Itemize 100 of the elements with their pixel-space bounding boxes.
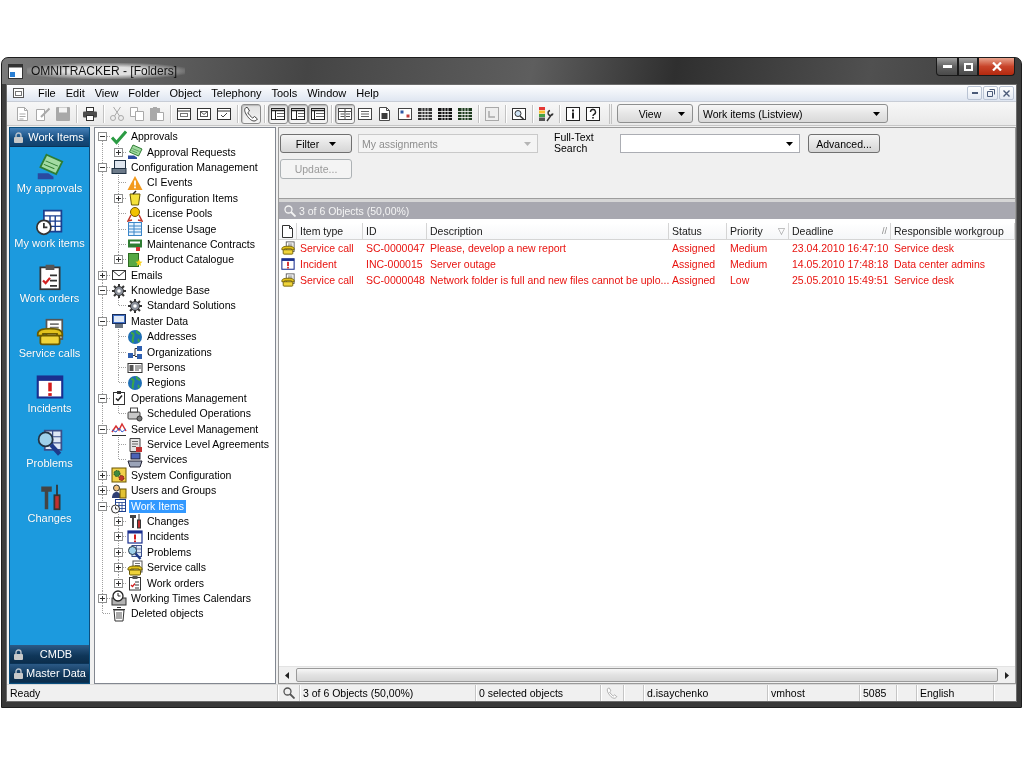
tree-item[interactable]: Configuration Items bbox=[145, 191, 241, 205]
filter-button[interactable]: Filter bbox=[280, 134, 352, 153]
tree-toggle[interactable] bbox=[114, 255, 123, 265]
tree-toggle[interactable] bbox=[98, 286, 107, 296]
tree-item[interactable]: Service Level Management bbox=[129, 422, 261, 436]
column-header[interactable]: Priority ▽ bbox=[727, 223, 789, 239]
tree-toggle[interactable] bbox=[114, 532, 123, 542]
phone-icon bbox=[127, 559, 143, 576]
column-header[interactable] bbox=[279, 223, 297, 239]
close-button[interactable] bbox=[978, 58, 1015, 76]
layout-button[interactable] bbox=[288, 103, 308, 124]
tree-item[interactable]: Work orders bbox=[145, 576, 206, 590]
menu-item[interactable]: Telephony bbox=[206, 85, 267, 101]
tree-toggle[interactable] bbox=[98, 393, 107, 403]
restore-button[interactable] bbox=[983, 86, 998, 100]
tree-toggle[interactable] bbox=[98, 270, 107, 280]
help-icon bbox=[585, 105, 601, 122]
tree-item[interactable]: Maintenance Contracts bbox=[145, 237, 257, 251]
tree-item[interactable]: Users and Groups bbox=[129, 484, 219, 498]
menu-item[interactable]: Tools bbox=[266, 85, 303, 101]
tree-item[interactable]: Scheduled Operations bbox=[145, 407, 253, 421]
tree-item[interactable]: Approvals bbox=[129, 130, 180, 144]
tree-toggle[interactable] bbox=[98, 501, 107, 511]
right-arrow-icon bbox=[1005, 671, 1009, 679]
tree-toggle[interactable] bbox=[114, 193, 123, 203]
phone-button[interactable] bbox=[241, 103, 261, 124]
table-cell-text: Data center admins bbox=[893, 258, 987, 270]
scroll-icon bbox=[127, 436, 143, 453]
horizontal-scrollbar[interactable] bbox=[279, 666, 1015, 683]
menu-item[interactable]: Object bbox=[164, 85, 207, 101]
tree-item[interactable]: Standard Solutions bbox=[145, 299, 238, 313]
tree-item[interactable]: Service Level Agreements bbox=[145, 438, 271, 451]
tree-item[interactable]: Regions bbox=[145, 376, 188, 390]
view-select[interactable]: Work items (Listview) bbox=[698, 104, 888, 123]
column-header[interactable]: Item type bbox=[297, 223, 363, 239]
tree-item[interactable]: Service calls bbox=[145, 561, 208, 575]
user-name: d.isaychenko bbox=[644, 685, 768, 701]
column-header[interactable]: Description bbox=[427, 223, 669, 239]
tree-item[interactable]: Changes bbox=[145, 514, 192, 528]
tree-toggle[interactable] bbox=[98, 470, 107, 480]
tree-toggle[interactable] bbox=[114, 563, 123, 573]
layout-button[interactable] bbox=[308, 103, 328, 124]
column-header[interactable]: ID bbox=[363, 223, 427, 239]
minimize-button[interactable] bbox=[936, 58, 958, 76]
scrollbar-thumb[interactable] bbox=[296, 668, 998, 682]
tree-item[interactable]: CI Events bbox=[145, 176, 195, 190]
tree-item[interactable]: Knowledge Base bbox=[129, 284, 212, 298]
tree-item[interactable]: Product Catalogue bbox=[145, 253, 236, 267]
menu-item[interactable]: File bbox=[33, 85, 61, 101]
window-icon bbox=[8, 64, 23, 79]
column-header[interactable]: Deadline // bbox=[789, 223, 891, 239]
tree-item[interactable]: Working Times Calendars bbox=[129, 591, 254, 605]
menu-item[interactable]: Folder bbox=[123, 85, 165, 101]
details-view-button[interactable] bbox=[335, 103, 355, 124]
tree-toggle[interactable] bbox=[98, 162, 107, 172]
sidebar-group-header[interactable]: Master Data bbox=[10, 664, 89, 683]
tree-toggle[interactable] bbox=[114, 516, 123, 526]
tree-item[interactable]: Master Data bbox=[129, 314, 191, 328]
tree-item[interactable]: System Configuration bbox=[129, 468, 234, 482]
view-button[interactable]: View bbox=[617, 104, 693, 123]
tree-toggle[interactable] bbox=[98, 132, 107, 142]
sidebar-group-header[interactable]: Work Items bbox=[10, 128, 89, 147]
tree-item[interactable]: Operations Management bbox=[129, 391, 249, 405]
tree-toggle[interactable] bbox=[114, 578, 123, 588]
tree-item[interactable]: Incidents bbox=[145, 530, 192, 544]
document-icon bbox=[282, 224, 293, 238]
tree-item[interactable]: License Usage bbox=[145, 222, 219, 236]
calendar-clock-icon bbox=[35, 208, 64, 236]
column-header[interactable]: Status bbox=[669, 223, 727, 239]
monitor-icon bbox=[111, 313, 127, 330]
search-field[interactable] bbox=[620, 134, 800, 153]
advanced-button[interactable]: Advanced... bbox=[808, 134, 880, 153]
tree-item[interactable]: Configuration Management bbox=[129, 160, 260, 174]
table-cell-text: Incident bbox=[299, 258, 338, 270]
tree-item[interactable]: Deleted objects bbox=[129, 607, 206, 621]
maximize-button[interactable] bbox=[958, 58, 978, 76]
tree-item[interactable]: License Pools bbox=[145, 207, 215, 221]
menu-item[interactable]: Window bbox=[302, 85, 352, 101]
phone-icon bbox=[281, 241, 295, 255]
tree-item[interactable]: Organizations bbox=[145, 345, 214, 359]
tree-toggle[interactable] bbox=[98, 486, 107, 496]
document-icon bbox=[377, 105, 393, 122]
tree-item[interactable]: Approval Requests bbox=[145, 145, 238, 159]
tree-toggle[interactable] bbox=[114, 547, 123, 557]
column-header[interactable]: Responsible workgroup bbox=[891, 223, 1015, 239]
menu-item[interactable]: Edit bbox=[60, 85, 90, 101]
sidebar-group-header[interactable]: CMDB bbox=[10, 645, 89, 664]
menu-item[interactable]: Help bbox=[351, 85, 384, 101]
layout-button[interactable] bbox=[268, 103, 288, 124]
magnifier-icon bbox=[282, 687, 295, 699]
tree-item[interactable]: Problems bbox=[145, 545, 194, 559]
tree-toggle[interactable] bbox=[98, 316, 107, 326]
tree-toggle[interactable] bbox=[98, 593, 107, 603]
menu-item[interactable]: View bbox=[89, 85, 124, 101]
tree-toggle[interactable] bbox=[114, 147, 123, 157]
tree-toggle[interactable] bbox=[98, 424, 107, 434]
tree-item[interactable]: Emails bbox=[129, 268, 165, 282]
tree-item[interactable]: Addresses bbox=[145, 330, 199, 344]
tree-item[interactable]: Services bbox=[145, 453, 190, 467]
tree-item[interactable]: Persons bbox=[145, 361, 188, 375]
